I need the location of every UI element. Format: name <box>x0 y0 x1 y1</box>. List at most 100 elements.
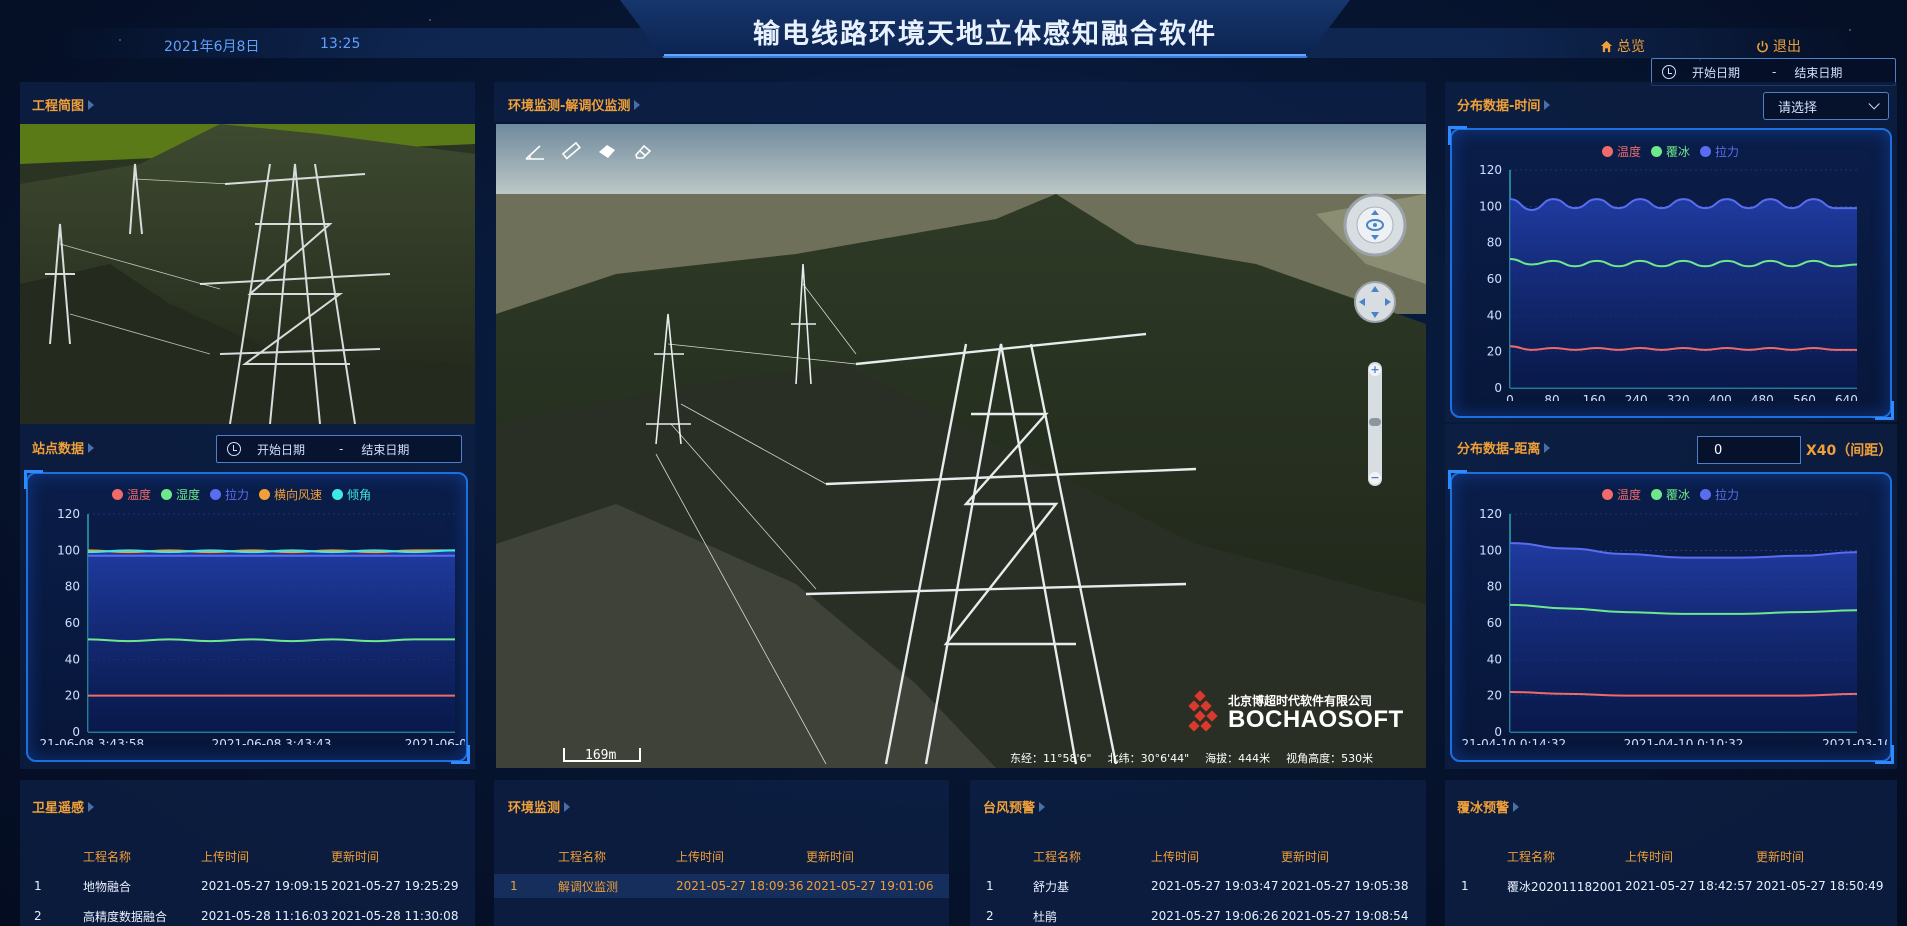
header-upload: 上传时间 <box>201 849 250 864</box>
x-tick-label: 2021-06-08 3:43:43 <box>212 737 332 745</box>
coord-latitude: 北纬：30°6'44" <box>1107 752 1190 765</box>
y-tick-label: 100 <box>1479 543 1502 557</box>
x-tick-label: 80 <box>1544 393 1559 401</box>
clock-icon <box>227 442 241 456</box>
header-update: 更新时间 <box>1756 849 1805 864</box>
station-title-text: 站点数据 <box>32 442 85 457</box>
table-header: 工程名称 上传时间 更新时间 <box>494 844 949 868</box>
table-row[interactable]: 1 覆冰202011182001 2021-05-27 18:42:57 202… <box>1445 874 1897 898</box>
row-update: 2021-05-27 19:01:06 <box>806 879 934 893</box>
exit-label: 退出 <box>1773 39 1801 55</box>
map-toolbar <box>524 140 654 162</box>
power-icon <box>1757 40 1768 52</box>
triangle-icon <box>1544 442 1551 453</box>
row-upload: 2021-05-27 18:42:57 <box>1625 879 1753 893</box>
y-tick-label: 40 <box>1487 308 1502 322</box>
dist-dist-title-text: 分布数据-距离 <box>1457 442 1541 457</box>
x-tick-label: 021-04-10 0:14:32 <box>1462 737 1566 745</box>
zoom-handle[interactable] <box>1369 418 1381 426</box>
header-upload: 上传时间 <box>1151 849 1200 864</box>
pan-control[interactable] <box>1353 280 1397 324</box>
env-table: 工程名称 上传时间 更新时间 1 解调仪监测 2021-05-27 18:09:… <box>494 844 949 926</box>
row-upload: 2021-05-27 19:03:47 <box>1151 879 1279 893</box>
zoom-in-icon[interactable]: + <box>1369 364 1381 376</box>
dist-time-chart: 0 20 40 60 80 100 120 0 80 160 240 320 400 480 560 640 <box>1479 163 1858 401</box>
x-tick-label: 640 <box>1835 393 1858 401</box>
end-date-field[interactable]: 结束日期 <box>361 441 409 458</box>
station-chart: 020406080100120021-06-08 3:43:58 2021-06-… <box>40 507 465 745</box>
header-project: 工程名称 <box>1033 849 1082 864</box>
x-tick-label: 240 <box>1625 393 1648 401</box>
row-update: 2021-05-27 19:08:54 <box>1281 909 1409 923</box>
y-tick-label: 0 <box>1494 381 1502 395</box>
end-date-field[interactable]: 结束日期 <box>1794 64 1842 81</box>
coord-altitude: 海拔：444米 <box>1205 752 1271 765</box>
row-project: 地物融合 <box>83 879 132 894</box>
row-project: 舒力基 <box>1033 879 1070 894</box>
table-header: 工程名称 上传时间 更新时间 <box>20 844 475 868</box>
legend-dot <box>1602 489 1613 500</box>
header-project: 工程名称 <box>83 849 132 864</box>
y-tick-label: 80 <box>65 580 80 594</box>
station-date-range[interactable]: 开始日期 - 结束日期 <box>216 435 462 463</box>
header-upload: 上传时间 <box>1625 849 1674 864</box>
home-label: 总览 <box>1617 39 1645 55</box>
exit-button[interactable]: 退出 <box>1756 36 1801 56</box>
row-index: 1 <box>1461 879 1469 893</box>
header-project: 工程名称 <box>1507 849 1556 864</box>
table-row[interactable]: 2 高精度数据融合 2021-05-28 11:16:03 2021-05-28… <box>20 904 475 926</box>
y-tick-label: 80 <box>1487 580 1502 594</box>
overview-scene-image[interactable] <box>20 124 475 424</box>
y-tick-label: 60 <box>65 616 80 630</box>
table-row[interactable]: 2 杜鹃 2021-05-27 19:06:26 2021-05-27 19:0… <box>970 904 1426 926</box>
x-tick-label: 2021-03-10 <box>1822 737 1887 745</box>
start-date-field[interactable]: 开始日期 <box>1692 64 1754 81</box>
x-tick-label: 480 <box>1751 393 1774 401</box>
row-update: 2021-05-28 11:30:08 <box>331 909 459 923</box>
compass-control[interactable] <box>1340 190 1410 260</box>
y-tick-label: 120 <box>1479 507 1502 521</box>
env-title-text: 环境监测 <box>508 801 561 816</box>
coord-longitude: 东经：11°58'6" <box>1010 752 1092 765</box>
table-header: 工程名称 上传时间 更新时间 <box>970 844 1426 868</box>
select-placeholder: 请选择 <box>1778 100 1818 116</box>
row-project: 覆冰202011182001 <box>1507 879 1623 894</box>
series-select[interactable]: 请选择 <box>1763 92 1889 120</box>
triangle-icon <box>88 442 95 453</box>
overview-title-text: 工程简图 <box>32 99 85 114</box>
zoom-out-icon[interactable]: − <box>1369 472 1381 484</box>
row-project: 杜鹃 <box>1033 909 1058 924</box>
table-header: 工程名称 上传时间 更新时间 <box>1445 844 1897 868</box>
row-project: 解调仪监测 <box>558 879 619 894</box>
triangle-icon <box>564 801 571 812</box>
row-update: 2021-05-27 19:25:29 <box>331 879 459 893</box>
x-tick-label: 160 <box>1583 393 1606 401</box>
header-date: 2021年6月8日 <box>164 39 260 55</box>
zoom-slider[interactable]: + − <box>1368 362 1382 486</box>
table-row[interactable]: 1 地物融合 2021-05-27 19:09:15 2021-05-27 19… <box>20 874 475 898</box>
home-button[interactable]: 总览 <box>1600 36 1645 56</box>
area-measure-icon[interactable] <box>596 140 618 162</box>
start-date-field[interactable]: 开始日期 <box>257 441 321 458</box>
company-name-en: BOCHAOSOFT <box>1228 706 1404 733</box>
env-panel-title: 环境监测 <box>508 797 571 816</box>
table-row-selected[interactable]: 1 解调仪监测 2021-05-27 18:09:36 2021-05-27 1… <box>494 874 949 898</box>
map-3d-view[interactable] <box>496 124 1426 768</box>
table-row[interactable]: 1 舒力基 2021-05-27 19:03:47 2021-05-27 19:… <box>970 874 1426 898</box>
triangle-icon <box>1513 801 1520 812</box>
satellite-panel-title: 卫星遥感 <box>32 797 95 816</box>
dist-time-title-text: 分布数据-时间 <box>1457 99 1541 114</box>
y-tick-label: 20 <box>1487 345 1502 359</box>
eraser-icon[interactable] <box>632 140 654 162</box>
chart-area-fill <box>1510 199 1857 388</box>
header-upload: 上传时间 <box>676 849 725 864</box>
station-panel-title: 站点数据 <box>32 438 95 457</box>
measure-angle-icon[interactable] <box>524 140 546 162</box>
distance-input[interactable]: 0 <box>1697 436 1801 464</box>
home-icon <box>1600 40 1613 52</box>
coord-view-height: 视角高度：530米 <box>1286 752 1374 765</box>
row-update: 2021-05-27 19:05:38 <box>1281 879 1409 893</box>
dist-dist-panel-title: 分布数据-距离 <box>1457 438 1551 457</box>
y-tick-label: 20 <box>65 689 80 703</box>
ruler-icon[interactable] <box>560 140 582 162</box>
